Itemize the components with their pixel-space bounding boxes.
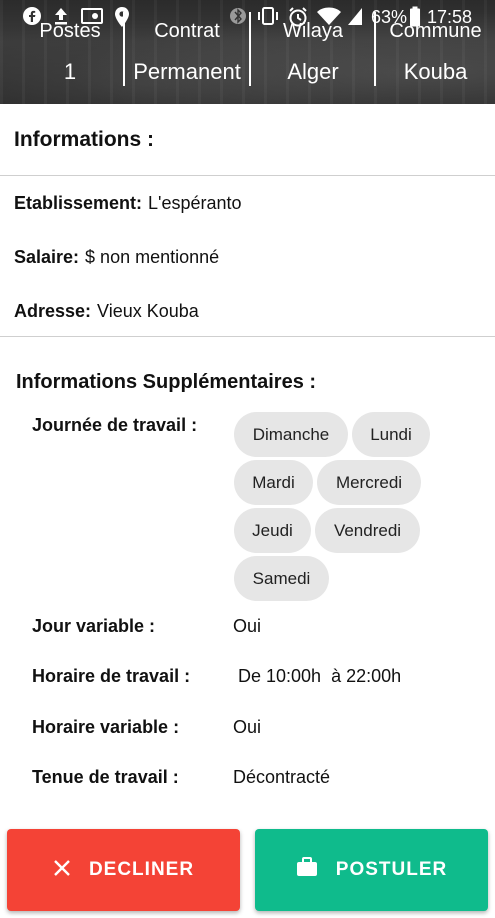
etablissement-value: L'espéranto (148, 193, 242, 213)
stat-label: Postes (39, 20, 101, 42)
informations-title: Informations : (14, 128, 154, 151)
day-chip-mercredi: Mercredi (317, 460, 421, 505)
etablissement-label: Etablissement: (14, 193, 143, 213)
salaire-label: Salaire: (14, 247, 80, 267)
supplementaires-title: Informations Supplémentaires : (16, 371, 317, 393)
journee-label: Journée de travail : (32, 415, 198, 435)
header-banner: 63% 17:58 Postes 1 Contrat Permanent Wil… (0, 0, 495, 104)
day-chip-samedi: Samedi (234, 556, 329, 601)
stat-postes: Postes 1 (20, 14, 120, 100)
stat-wilaya: Wilaya Alger (251, 14, 375, 100)
day-chip-mardi: Mardi (234, 460, 313, 505)
horaire-value: De 10:00h à 22:00h (238, 666, 402, 686)
day-chip-dimanche: Dimanche (234, 412, 348, 457)
salaire-value: $ non mentionné (85, 247, 220, 267)
briefcase-icon (296, 857, 318, 883)
stat-label: Contrat (154, 20, 220, 42)
adresse-row: Adresse: Vieux Kouba (14, 301, 199, 322)
tenue-value: Décontracté (233, 767, 331, 787)
stat-value: Permanent (133, 59, 241, 84)
tenue-label: Tenue de travail : (32, 767, 179, 787)
salaire-row: Salaire: $ non mentionné (14, 247, 219, 268)
horaire-variable-value: Oui (233, 717, 262, 737)
section-divider (0, 175, 495, 176)
jour-variable-label: Jour variable : (32, 616, 156, 636)
decline-label: DECLINER (88, 859, 195, 880)
close-icon (53, 857, 71, 883)
stat-contrat: Contrat Permanent (125, 14, 249, 100)
stat-value: 1 (63, 59, 77, 84)
etablissement-row: Etablissement: L'espéranto (14, 193, 242, 214)
day-chip-lundi: Lundi (352, 412, 430, 457)
stat-value: Kouba (403, 59, 468, 84)
adresse-label: Adresse: (14, 301, 92, 321)
stat-label: Commune (389, 20, 482, 42)
decline-button[interactable]: DECLINER (7, 829, 240, 911)
section-divider (0, 336, 495, 337)
adresse-value: Vieux Kouba (97, 301, 199, 321)
day-chip-vendredi: Vendredi (315, 508, 420, 553)
apply-button[interactable]: POSTULER (255, 829, 488, 911)
stat-value: Alger (287, 59, 339, 84)
horaire-label: Horaire de travail : (32, 666, 191, 686)
apply-label: POSTULER (335, 859, 448, 880)
stat-label: Wilaya (282, 20, 343, 42)
horaire-variable-label: Horaire variable : (32, 717, 180, 737)
day-chip-jeudi: Jeudi (234, 508, 311, 553)
jour-variable-value: Oui (233, 616, 262, 636)
stat-commune: Commune Kouba (376, 14, 495, 100)
